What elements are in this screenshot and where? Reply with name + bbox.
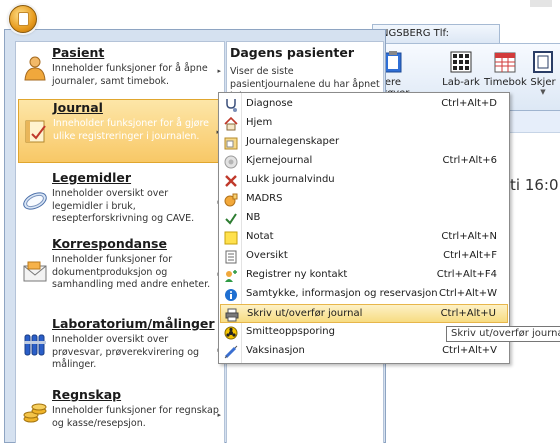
submenu-item-label: Notat [246, 231, 274, 242]
journal-properties-icon [223, 135, 238, 150]
submenu-item-label: Journalegenskaper [246, 136, 340, 147]
menu-item-description: Inneholder funksjoner for regnskap og ka… [52, 405, 219, 429]
submenu-item-label: Smitteoppsporing [246, 326, 335, 337]
note-icon [223, 230, 238, 245]
close-icon [223, 173, 238, 188]
submenu-item-kjernejournal[interactable]: Kjernejournal Ctrl+Alt+6 [220, 152, 508, 171]
capsule-icon [22, 188, 48, 214]
submenu-item-madrs[interactable]: MADRS [220, 190, 508, 209]
form-icon [531, 50, 555, 74]
menu-categories: Pasient Inneholder funksjoner for å åpne… [15, 41, 225, 443]
menu-item-description: Inneholder funksjoner for dokumentproduk… [52, 254, 211, 290]
submenu-item-registrer-ny-kontakt[interactable]: Registrer ny kontakt Ctrl+Alt+F4 [220, 266, 508, 285]
recent-patients-title: Dagens pasienter [230, 45, 355, 60]
new-contact-icon [223, 268, 238, 283]
test-tubes-icon [22, 332, 48, 358]
submenu-item-shortcut: Ctrl+Alt+W [439, 288, 497, 299]
menu-item-title: Pasient [52, 45, 105, 60]
submenu-item-label: Samtykke, informasjon og reservasjon [246, 288, 438, 299]
date-time-field: ti 16:0 [510, 176, 559, 194]
menu-item-title: Journal [53, 100, 103, 115]
envelope-icon [22, 260, 48, 286]
submenu-item-hjem[interactable]: Hjem [220, 114, 508, 133]
lab-sheet-icon [449, 50, 473, 74]
submenu-arrow-icon: ▸ [217, 411, 221, 419]
submenu-item-skriv-ut[interactable]: Skriv ut/overfør journal Ctrl+Alt+U [220, 304, 508, 323]
submenu-item-shortcut: Ctrl+Alt+N [441, 231, 497, 242]
submenu-item-shortcut: Ctrl+Alt+F4 [436, 269, 497, 280]
menu-item-laboratorium[interactable]: Laboratorium/målinger Inneholder oversik… [18, 316, 224, 380]
submenu-item-samtykke[interactable]: Samtykke, informasjon og reservasjon Ctr… [220, 285, 508, 304]
submenu-item-label: Skriv ut/overfør journal [247, 308, 363, 319]
submenu-arrow-icon: ▸ [217, 67, 221, 75]
document-tab[interactable]: NGSBERG Tlf: [372, 24, 500, 44]
menu-item-legemidler[interactable]: Legemidler Inneholder oversikt over lege… [18, 170, 224, 232]
patient-icon [22, 55, 48, 81]
checkmark-icon [223, 211, 238, 226]
ribbon-button-lab-ark[interactable]: Lab-ark [440, 50, 482, 88]
madrs-icon [223, 192, 238, 207]
menu-item-pasient[interactable]: Pasient Inneholder funksjoner for å åpne… [18, 45, 224, 97]
submenu-item-label: Oversikt [246, 250, 288, 261]
submenu-item-label: MADRS [246, 193, 283, 204]
journal-submenu: Diagnose Ctrl+Alt+D Hjem Journalegenskap… [218, 92, 510, 364]
document-icon [18, 12, 29, 26]
submenu-item-shortcut: Ctrl+Alt+D [441, 98, 497, 109]
menu-item-description: Inneholder oversikt over prøvesvar, prøv… [52, 334, 200, 370]
submenu-item-label: Kjernejournal [246, 155, 313, 166]
home-icon [223, 116, 238, 131]
submenu-item-shortcut: Ctrl+Alt+F [443, 250, 497, 261]
coins-icon [22, 399, 48, 425]
menu-item-description: Inneholder funksjoner for å gjøre ulike … [53, 118, 209, 142]
ribbon-button-label: Lab-ark [442, 77, 480, 88]
submenu-item-notat[interactable]: Notat Ctrl+Alt+N [220, 228, 508, 247]
core-journal-icon [223, 154, 238, 169]
calendar-icon [493, 50, 517, 74]
stethoscope-icon [223, 97, 238, 112]
menu-item-korrespondanse[interactable]: Korrespondanse Inneholder funksjoner for… [18, 236, 224, 310]
submenu-item-vaksinasjon[interactable]: Vaksinasjon Ctrl+Alt+V [220, 342, 508, 361]
submenu-item-oversikt[interactable]: Oversikt Ctrl+Alt+F [220, 247, 508, 266]
menu-item-title: Legemidler [52, 170, 132, 185]
window-control-button[interactable] [530, 0, 552, 7]
submenu-item-label: NB [246, 212, 261, 223]
submenu-item-label: Hjem [246, 117, 273, 128]
ribbon-button-timebok[interactable]: Timebok [484, 50, 527, 88]
dropdown-caret-icon: ▼ [540, 88, 546, 96]
submenu-item-label: Lukk journalvindu [246, 174, 335, 185]
overview-icon [223, 249, 238, 264]
submenu-item-lukk-journalvindu[interactable]: Lukk journalvindu [220, 171, 508, 190]
biohazard-icon [223, 325, 238, 340]
submenu-item-nb[interactable]: NB [220, 209, 508, 228]
menu-item-regnskap[interactable]: Regnskap Inneholder funksjoner for regns… [18, 387, 224, 443]
menu-item-description: Inneholder funksjoner for å åpne journal… [52, 63, 208, 87]
tooltip: Skriv ut/overfør journal [446, 326, 560, 342]
menu-item-description: Inneholder oversikt over legemidler i br… [52, 188, 195, 224]
menu-item-title: Korrespondanse [52, 236, 167, 251]
submenu-item-label: Vaksinasjon [246, 345, 305, 356]
submenu-item-shortcut: Ctrl+Alt+6 [442, 155, 497, 166]
submenu-item-label: Registrer ny kontakt [246, 269, 348, 280]
submenu-item-journalegenskaper[interactable]: Journalegenskaper [220, 133, 508, 152]
menu-item-title: Regnskap [52, 387, 122, 402]
ribbon-button-skjema[interactable]: Skjer ▼ [522, 50, 560, 96]
submenu-item-shortcut: Ctrl+Alt+V [442, 345, 497, 356]
printer-icon [224, 307, 239, 322]
menu-item-title: Laboratorium/målinger [52, 316, 215, 331]
ribbon-button-label: Skjer [530, 77, 556, 88]
info-icon [223, 287, 238, 302]
ribbon-button-label: Timebok [484, 77, 527, 88]
syringe-icon [223, 344, 238, 359]
journal-icon [23, 118, 49, 144]
menu-item-journal[interactable]: Journal Inneholder funksjoner for å gjør… [18, 99, 224, 163]
submenu-item-label: Diagnose [246, 98, 293, 109]
submenu-item-shortcut: Ctrl+Alt+U [440, 308, 496, 319]
application-menu-button[interactable] [9, 5, 37, 33]
submenu-item-diagnose[interactable]: Diagnose Ctrl+Alt+D [220, 95, 508, 114]
